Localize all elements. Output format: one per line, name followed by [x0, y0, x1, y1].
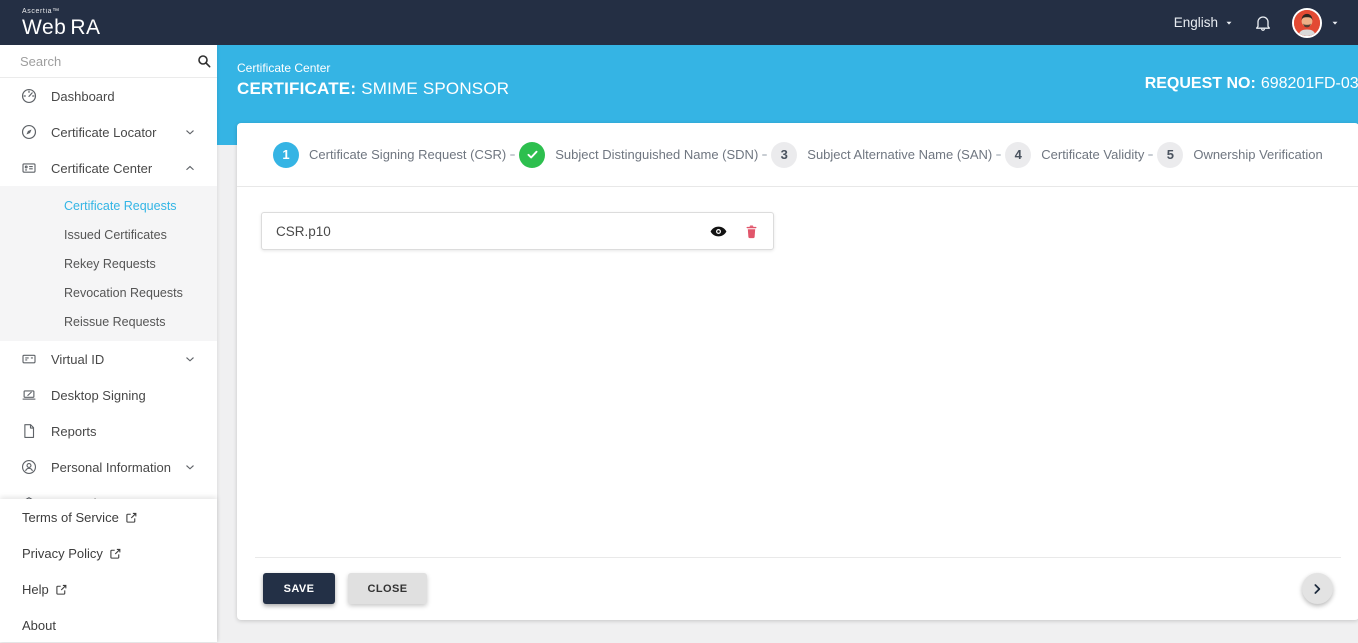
next-step-button[interactable]: [1301, 573, 1333, 604]
step-separator: [996, 153, 1002, 156]
link-help[interactable]: Help: [0, 571, 217, 607]
search-icon[interactable]: [196, 53, 212, 69]
step-4-number: 4: [1005, 141, 1032, 168]
csr-file-name: CSR.p10: [276, 223, 331, 239]
step-separator: [1148, 153, 1154, 156]
document-icon: [24, 424, 35, 438]
sidebar-item-reports[interactable]: Reports: [0, 413, 217, 449]
certificate-center-submenu: Certificate Requests Issued Certificates…: [0, 186, 217, 341]
sidebar-item-label: Reports: [51, 423, 97, 439]
page-title-prefix: CERTIFICATE:: [237, 79, 357, 98]
request-number: REQUEST NO: 698201FD-03: [1145, 75, 1358, 93]
sidebar-item-desktop-signing[interactable]: Desktop Signing: [0, 377, 217, 413]
wizard-card: 1 Certificate Signing Request (CSR) Subj…: [237, 123, 1358, 620]
topbar: Ascertia™ Web RA English: [0, 0, 1358, 45]
chevron-up-icon: [186, 165, 194, 171]
sidebar-item-virtual-id[interactable]: Virtual ID: [0, 341, 217, 377]
close-button[interactable]: CLOSE: [348, 573, 427, 604]
sidebar-item-label: Personal Information: [51, 459, 171, 475]
submenu-item-certificate-requests[interactable]: Certificate Requests: [0, 191, 217, 220]
language-selector[interactable]: English: [1174, 15, 1234, 30]
external-link-icon: [56, 584, 67, 595]
chevron-down-icon: [1226, 21, 1232, 25]
main-content: Certificate Center CERTIFICATE: SMIME SPO…: [217, 45, 1358, 642]
external-link-icon: [126, 512, 137, 523]
sidebar-item-dashboard[interactable]: Dashboard: [0, 78, 217, 114]
step-4-validity[interactable]: 4 Certificate Validity: [1005, 141, 1145, 168]
step-separator: [510, 153, 516, 156]
id-card-icon: [22, 354, 36, 364]
step-1-number: 1: [273, 141, 299, 168]
chevron-down-icon: [186, 465, 194, 470]
step-2-label: Subject Distinguished Name (SDN): [555, 147, 759, 162]
dashboard-icon: [21, 88, 37, 104]
sidebar-footer: Terms of Service Privacy Policy Help Abo…: [0, 499, 217, 642]
step-3-label: Subject Alternative Name (SAN): [807, 147, 993, 162]
sidebar-item-label: Certificate Locator: [51, 124, 157, 140]
submenu-item-rekey-requests[interactable]: Rekey Requests: [0, 249, 217, 278]
sidebar-item-label: Desktop Signing: [51, 387, 146, 403]
brand-webra: Web RA: [22, 15, 101, 39]
step-separator: [762, 153, 768, 156]
sidebar-item-enterprise[interactable]: Enterprise: [0, 485, 217, 500]
brand-ascertia: Ascertia™: [22, 7, 60, 15]
certificate-card-icon: [22, 163, 36, 173]
step-2-check: [519, 141, 546, 168]
app-logo[interactable]: Ascertia™ Web RA: [22, 8, 101, 38]
chevron-down-icon: [186, 130, 194, 135]
sidebar-nav: Dashboard Certificate Locator Certificat…: [0, 78, 217, 500]
step-3-number: 3: [771, 141, 798, 168]
step-2-sdn[interactable]: Subject Distinguished Name (SDN): [519, 141, 759, 168]
step-5-label: Ownership Verification: [1193, 147, 1323, 162]
step-1-csr[interactable]: 1 Certificate Signing Request (CSR): [273, 141, 507, 168]
step-1-label: Certificate Signing Request (CSR): [309, 147, 507, 162]
avatar: [1292, 7, 1322, 38]
sidebar-item-label: Dashboard: [51, 88, 115, 104]
wizard-footer: SAVE CLOSE: [255, 557, 1341, 620]
chevron-down-icon: [1332, 21, 1338, 25]
chevron-right-icon: [1314, 583, 1321, 594]
step-5-number: 5: [1157, 141, 1184, 168]
language-label: English: [1173, 15, 1218, 30]
sidebar-item-label: Virtual ID: [51, 351, 105, 367]
sidebar-item-personal-information[interactable]: Personal Information: [0, 449, 217, 485]
delete-file-trash-icon[interactable]: [743, 223, 760, 240]
sidebar: Dashboard Certificate Locator Certificat…: [0, 45, 217, 642]
check-icon: [527, 150, 538, 159]
view-file-eye-icon[interactable]: [709, 222, 728, 241]
user-menu[interactable]: [1292, 7, 1340, 38]
csr-file-field: CSR.p10: [261, 212, 774, 250]
request-number-value: 698201FD-03: [1260, 75, 1358, 92]
sidebar-search: [0, 45, 217, 78]
link-terms-of-service[interactable]: Terms of Service: [0, 499, 217, 535]
search-input[interactable]: [20, 53, 196, 69]
step-4-label: Certificate Validity: [1041, 147, 1145, 162]
external-link-icon: [110, 548, 121, 559]
compass-icon: [21, 124, 37, 140]
submenu-item-issued-certificates[interactable]: Issued Certificates: [0, 220, 217, 249]
save-button[interactable]: SAVE: [263, 573, 335, 604]
breadcrumb: Certificate Center: [237, 61, 331, 75]
submenu-item-revocation-requests[interactable]: Revocation Requests: [0, 278, 217, 307]
step-5-ownership[interactable]: 5 Ownership Verification: [1157, 141, 1323, 168]
step-3-san[interactable]: 3 Subject Alternative Name (SAN): [771, 141, 993, 168]
sidebar-item-label: Certificate Center: [51, 160, 153, 176]
laptop-pen-icon: [22, 390, 36, 400]
person-circle-icon: [21, 459, 37, 475]
sidebar-item-certificate-center[interactable]: Certificate Center: [0, 150, 217, 186]
submenu-item-reissue-requests[interactable]: Reissue Requests: [0, 307, 217, 336]
chevron-down-icon: [186, 357, 194, 362]
link-privacy-policy[interactable]: Privacy Policy: [0, 535, 217, 571]
link-about[interactable]: About: [0, 607, 217, 643]
page-title-value: SMIME SPONSOR: [361, 79, 510, 98]
csr-step-body: CSR.p10: [237, 187, 1358, 275]
sidebar-item-certificate-locator[interactable]: Certificate Locator: [0, 114, 217, 150]
request-number-label: REQUEST NO:: [1144, 75, 1256, 92]
wizard-stepper: 1 Certificate Signing Request (CSR) Subj…: [237, 123, 1358, 187]
notifications-bell-icon[interactable]: [1253, 13, 1273, 33]
